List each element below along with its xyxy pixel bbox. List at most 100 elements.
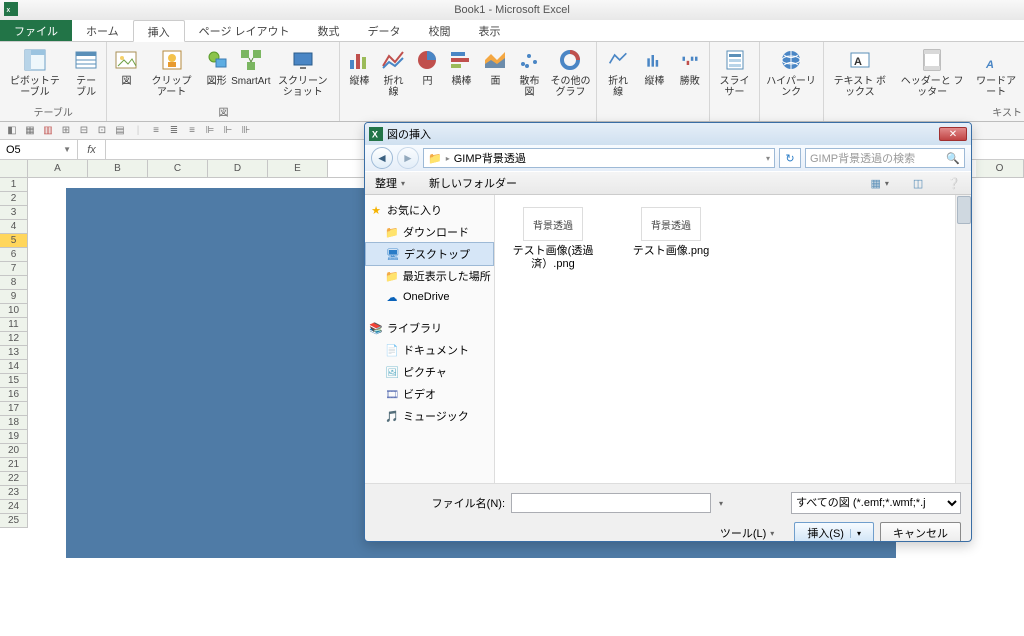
column-chart-button[interactable]: 縦棒 [342, 44, 376, 89]
select-all-corner[interactable] [0, 160, 28, 177]
qat-icon[interactable]: ▦ [22, 123, 38, 139]
view-button[interactable]: ▦▾ [864, 175, 894, 192]
sparkline-column-button[interactable]: 縦棒 [637, 44, 672, 89]
row-header[interactable]: 13 [0, 346, 28, 360]
row-header[interactable]: 18 [0, 416, 28, 430]
smartart-button[interactable]: SmartArt [234, 44, 268, 89]
other-chart-button[interactable]: その他の グラフ [546, 44, 594, 100]
help-button[interactable]: ❔ [941, 175, 967, 192]
row-header[interactable]: 20 [0, 444, 28, 458]
tree-item-recent[interactable]: 📁最近表示した場所 [365, 265, 494, 287]
scroll-thumb[interactable] [957, 196, 971, 224]
file-thumbnail[interactable]: 背景透過テスト画像.png [621, 207, 721, 258]
tab-home[interactable]: ホーム [72, 20, 133, 41]
row-header[interactable]: 4 [0, 220, 28, 234]
tree-item-onedrive[interactable]: ☁OneDrive [365, 287, 494, 307]
row-header[interactable]: 3 [0, 206, 28, 220]
tab-view[interactable]: 表示 [465, 20, 515, 41]
chevron-right-icon[interactable]: ▸ [446, 154, 450, 163]
tab-insert[interactable]: 挿入 [133, 20, 185, 42]
tab-pagelayout[interactable]: ページ レイアウト [185, 20, 304, 41]
screenshot-button[interactable]: スクリーン ショット [268, 44, 338, 100]
qat-icon[interactable]: ⊞ [58, 123, 74, 139]
area-chart-button[interactable]: 面 [478, 44, 512, 89]
row-header[interactable]: 8 [0, 276, 28, 290]
name-box[interactable]: O5▼ [0, 140, 78, 159]
column-header[interactable]: E [268, 160, 328, 177]
clipart-button[interactable]: クリップ アート [143, 44, 199, 100]
chevron-down-icon[interactable]: ▾ [766, 154, 770, 163]
dialog-titlebar[interactable]: X 図の挿入 ✕ [365, 123, 971, 145]
row-header[interactable]: 1 [0, 178, 28, 192]
row-header[interactable]: 17 [0, 402, 28, 416]
qat-icon[interactable]: ▥ [40, 123, 56, 139]
row-header[interactable]: 11 [0, 318, 28, 332]
row-header[interactable]: 21 [0, 458, 28, 472]
chevron-down-icon[interactable]: ▼ [63, 145, 71, 154]
align-right-icon[interactable]: ≡ [184, 123, 200, 139]
cancel-button[interactable]: キャンセル [880, 522, 961, 542]
file-list[interactable]: 背景透過テスト画像(透過済）.png 背景透過テスト画像.png [495, 195, 955, 483]
tree-section-libraries[interactable]: 📚ライブラリ [365, 317, 494, 339]
scatter-chart-button[interactable]: 散布図 [512, 44, 546, 100]
row-header[interactable]: 10 [0, 304, 28, 318]
row-header[interactable]: 14 [0, 360, 28, 374]
filename-input[interactable] [511, 493, 711, 513]
row-header[interactable]: 25 [0, 514, 28, 528]
qat-icon[interactable]: ⊡ [94, 123, 110, 139]
align-left-icon[interactable]: ≡ [148, 123, 164, 139]
picture-button[interactable]: 図 [109, 44, 143, 89]
tab-formulas[interactable]: 数式 [304, 20, 354, 41]
sparkline-winloss-button[interactable]: 勝敗 [672, 44, 707, 89]
tree-item-pictures[interactable]: 🖼ピクチャ [365, 361, 494, 383]
shapes-button[interactable]: 図形 [200, 44, 234, 89]
filter-select[interactable]: すべての図 (*.emf;*.wmf;*.j [791, 492, 961, 514]
wordart-button[interactable]: Aワードアート [970, 44, 1022, 100]
forward-button[interactable]: ► [397, 147, 419, 169]
organize-button[interactable]: 整理▾ [369, 173, 411, 193]
tab-file[interactable]: ファイル [0, 20, 72, 41]
row-header[interactable]: 22 [0, 472, 28, 486]
row-header[interactable]: 12 [0, 332, 28, 346]
tree-item-documents[interactable]: 📄ドキュメント [365, 339, 494, 361]
qat-icon[interactable]: ⊫ [202, 123, 218, 139]
qat-icon[interactable]: ▤ [112, 123, 128, 139]
path-segment[interactable]: GIMP背景透過 [454, 150, 526, 166]
close-button[interactable]: ✕ [939, 127, 967, 141]
column-header[interactable]: D [208, 160, 268, 177]
pivot-table-button[interactable]: ピボットテーブル [2, 44, 68, 100]
row-header[interactable]: 16 [0, 388, 28, 402]
tree-item-downloads[interactable]: 📁ダウンロード [365, 221, 494, 243]
column-header[interactable]: A [28, 160, 88, 177]
textbox-button[interactable]: Aテキスト ボックス [826, 44, 894, 100]
pie-chart-button[interactable]: 円 [410, 44, 444, 89]
bar-chart-button[interactable]: 横棒 [444, 44, 478, 89]
column-header[interactable]: O [976, 160, 1024, 177]
sparkline-line-button[interactable]: 折れ線 [599, 44, 636, 100]
row-header[interactable]: 7 [0, 262, 28, 276]
file-thumbnail[interactable]: 背景透過テスト画像(透過済）.png [503, 207, 603, 271]
refresh-button[interactable]: ↻ [779, 148, 801, 168]
search-box[interactable]: GIMP背景透過の検索 🔍 [805, 148, 965, 168]
insert-button[interactable]: 挿入(S)▾ [794, 522, 874, 542]
tools-button[interactable]: ツール(L)▾ [720, 525, 774, 541]
qat-icon[interactable]: ⊩ [220, 123, 236, 139]
tree-item-desktop[interactable]: 🖥デスクトップ [365, 242, 494, 266]
new-folder-button[interactable]: 新しいフォルダー [423, 173, 523, 193]
tree-item-videos[interactable]: 🎞ビデオ [365, 383, 494, 405]
fx-button[interactable]: fx [78, 140, 106, 159]
hyperlink-button[interactable]: ハイパーリンク [762, 44, 821, 100]
row-header[interactable]: 19 [0, 430, 28, 444]
qat-icon[interactable]: ◧ [4, 123, 20, 139]
tree-section-favorites[interactable]: ★お気に入り [365, 199, 494, 221]
row-header[interactable]: 9 [0, 290, 28, 304]
search-icon[interactable]: 🔍 [946, 152, 960, 165]
path-box[interactable]: 📁 ▸ GIMP背景透過 ▾ [423, 148, 775, 168]
row-header[interactable]: 6 [0, 248, 28, 262]
back-button[interactable]: ◄ [371, 147, 393, 169]
qat-icon[interactable]: ⊪ [238, 123, 254, 139]
column-header[interactable]: B [88, 160, 148, 177]
row-header[interactable]: 15 [0, 374, 28, 388]
align-center-icon[interactable]: ≣ [166, 123, 182, 139]
slicer-button[interactable]: スライサー [712, 44, 756, 100]
